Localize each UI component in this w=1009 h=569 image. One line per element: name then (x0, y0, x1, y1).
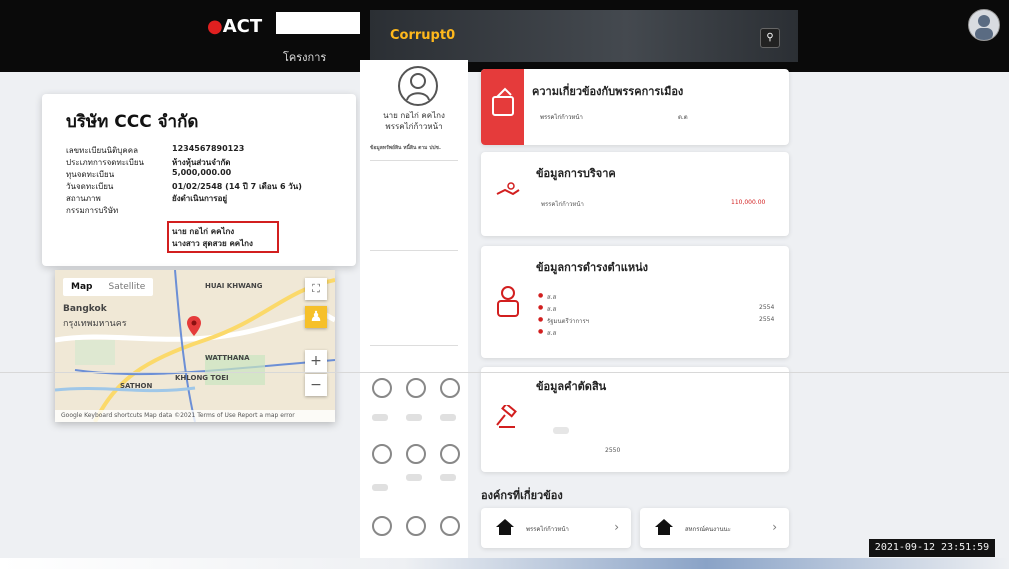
app-brand[interactable]: Corrupt0 (390, 28, 455, 43)
politics-icon-tile (481, 69, 524, 145)
position-year: 2554 (759, 304, 775, 311)
bullet-icon: ● (538, 316, 544, 323)
highlight-box (167, 221, 279, 253)
profile-avatar (398, 66, 438, 106)
home-icon (655, 519, 673, 535)
org-name: พรรคไก่ก้าวหน้า (526, 526, 569, 533)
related-person-tag (406, 414, 422, 421)
donation-icon (496, 182, 520, 196)
row-value: 1234567890123 (172, 144, 245, 153)
map-label: HUAI KHWANG (205, 282, 263, 290)
related-person-tag (440, 474, 456, 481)
position-item: ส.ส (547, 294, 557, 301)
related-person-icon[interactable] (440, 516, 460, 536)
donation-section: ข้อมูลการบริจาค พรรคไก่ก้าวหน้า 110,000.… (481, 152, 789, 236)
chevron-right-icon: › (614, 520, 619, 534)
party-name: พรรคไก่ก้าวหน้า (385, 122, 443, 131)
bullet-icon: ● (538, 292, 544, 299)
divider (370, 250, 458, 251)
bullet-icon: ● (538, 328, 544, 335)
related-person-icon[interactable] (440, 378, 460, 398)
gavel-icon (496, 405, 517, 428)
map-tab[interactable]: Map (63, 278, 100, 296)
map-label: SATHON (120, 382, 153, 390)
zoom-in-button[interactable]: + (305, 350, 327, 372)
related-person-icon[interactable] (440, 444, 460, 464)
org-card[interactable]: พรรคไก่ก้าวหน้า › (481, 508, 631, 548)
user-icon (975, 15, 993, 40)
hand-vote-icon (492, 87, 514, 116)
donation-title: ข้อมูลการบริจาค (536, 167, 616, 180)
verdict-section: ข้อมูลคำตัดสิน 2550 (481, 367, 789, 472)
person-icon (406, 73, 430, 101)
position-year: 2554 (759, 316, 775, 323)
fullscreen-icon[interactable]: ⛶ (305, 278, 327, 300)
location-pin-icon[interactable] (187, 316, 201, 336)
verdict-year: 2550 (605, 447, 621, 454)
related-person-icon[interactable] (406, 516, 426, 536)
related-person-tag (372, 414, 388, 421)
related-person-icon[interactable] (372, 516, 392, 536)
related-person-tag (372, 484, 388, 491)
politics-title: ความเกี่ยวข้องกับพรรคการเมือง (532, 85, 684, 98)
donation-party: พรรคไก่ก้าวหน้า (541, 201, 584, 208)
company-info-card: บริษัท CCC จำกัด เลขทะเบียนนิติบุคคล 123… (42, 94, 356, 266)
positions-section: ข้อมูลการดำรงตำแหน่ง ● ส.ส ● ส.ส 2554 ● … (481, 246, 789, 358)
row-value: ยังดำเนินการอยู่ (172, 194, 228, 203)
nav-projects-link[interactable]: โครงการ (283, 48, 326, 66)
person-name: นาย กอไก่ คคไกง (383, 111, 445, 120)
home-icon (496, 519, 514, 535)
related-person-icon[interactable] (372, 378, 392, 398)
related-person-tag (440, 414, 456, 421)
row-value: 5,000,000.00 (172, 168, 232, 177)
map-type-tabs: Map Satellite (63, 278, 154, 296)
assets-heading: ข้อมูลทรัพย์สิน หนี้สิน ตาม ปปช. (370, 145, 441, 151)
site-logo[interactable]: ●ACT (207, 16, 262, 37)
positions-title: ข้อมูลการดำรงตำแหน่ง (536, 261, 649, 274)
profile-sidebar: นาย กอไก่ คคไกง พรรคไก่ก้าวหน้า ข้อมูลทร… (360, 60, 468, 565)
map-label: Bangkok (63, 304, 107, 314)
bullet-icon: ● (538, 304, 544, 311)
row-label: กรรมการบริษัท (66, 206, 119, 215)
divider (370, 160, 458, 161)
bottom-decoration (0, 558, 1009, 569)
politics-role: ต.ต (678, 114, 688, 121)
position-item: รัฐมนตรีว่าการฯ (547, 318, 590, 325)
verdict-tag (553, 427, 569, 434)
verdict-title: ข้อมูลคำตัดสิน (536, 380, 607, 393)
search-icon[interactable]: ⚲ (760, 28, 780, 48)
map-widget[interactable]: Map Satellite Bangkok กรุงเทพมหานคร HUAI… (55, 270, 335, 422)
timestamp-overlay: 2021-09-12 23:51:59 (869, 539, 995, 557)
donation-amount: 110,000.00 (731, 199, 766, 206)
app-header: Corrupt0 ⚲ (370, 10, 798, 62)
org-card[interactable]: สหกรณ์คนงานนะ › (640, 508, 789, 548)
map-label: WATTHANA (205, 354, 250, 362)
zoom-out-button[interactable]: − (305, 374, 327, 396)
company-name: บริษัท CCC จำกัด (66, 112, 199, 132)
map-footer: Google Keyboard shortcuts Map data ©2021… (55, 410, 335, 422)
satellite-tab[interactable]: Satellite (100, 278, 153, 296)
related-orgs-heading: องค์กรที่เกี่ยวข้อง (481, 489, 563, 502)
profile-name: นาย กอไก่ คคไกง พรรคไก่ก้าวหน้า (360, 110, 468, 132)
related-person-icon[interactable] (406, 378, 426, 398)
related-person-tag (406, 474, 422, 481)
map-label: กรุงเทพมหานคร (63, 319, 127, 329)
map-label: KHLONG TOEI (175, 374, 229, 382)
related-person-icon[interactable] (406, 444, 426, 464)
politics-party: พรรคไก่ก้าวหน้า (540, 114, 583, 121)
org-name: สหกรณ์คนงานนะ (685, 526, 731, 533)
divider (0, 372, 1009, 373)
politics-section (481, 69, 789, 145)
pegman-icon[interactable]: ♟ (305, 306, 327, 328)
official-icon (497, 286, 519, 317)
chevron-right-icon: › (772, 520, 777, 534)
related-person-icon[interactable] (372, 444, 392, 464)
user-avatar[interactable] (968, 9, 1000, 41)
position-item: ส.ส (547, 330, 557, 337)
position-item: ส.ส (547, 306, 557, 313)
divider (370, 345, 458, 346)
nav-search-box[interactable] (276, 12, 360, 34)
